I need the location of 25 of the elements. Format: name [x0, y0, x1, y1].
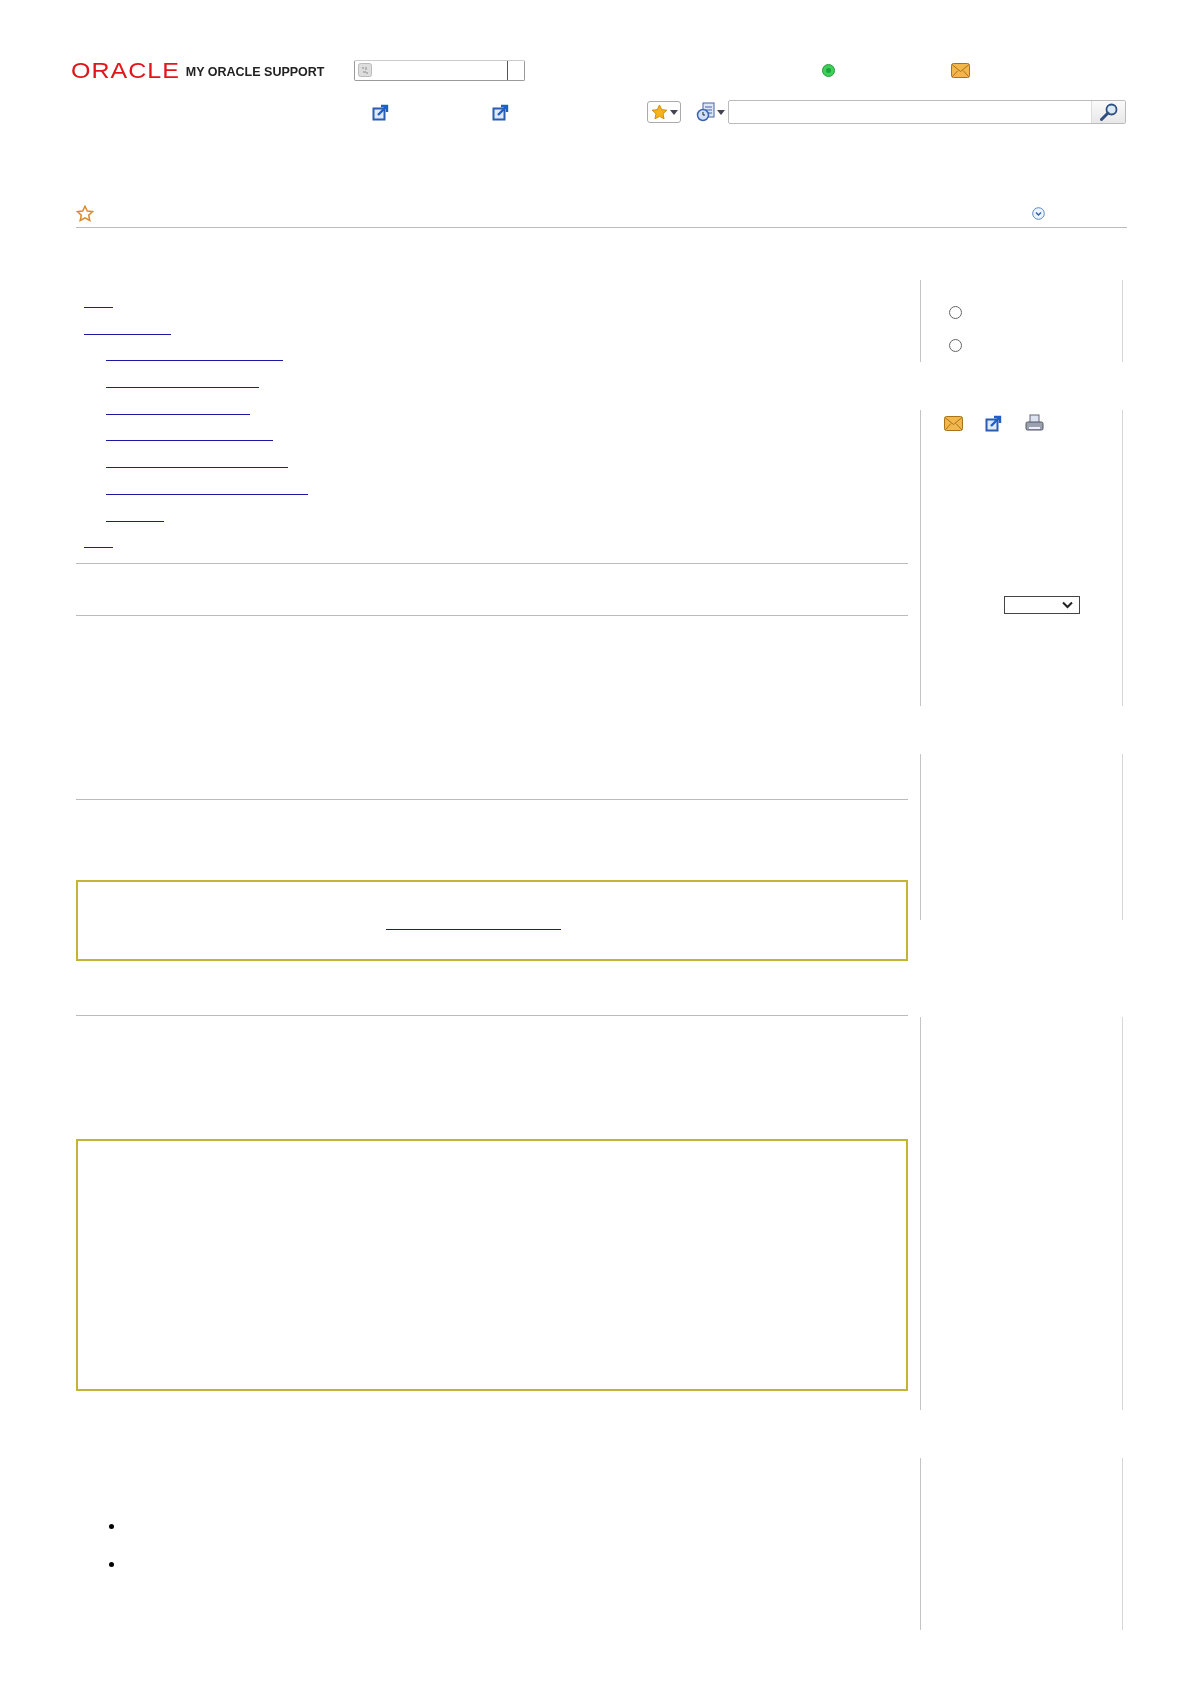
search-button[interactable]: [1091, 101, 1125, 123]
chevron-icon: [1062, 601, 1073, 609]
mail-icon[interactable]: [944, 415, 963, 431]
combo-field[interactable]: [354, 59, 526, 81]
bullet-icon: [109, 1562, 114, 1568]
clock-document-icon: [696, 102, 716, 122]
expand-icon[interactable]: [1032, 206, 1045, 220]
dropdown[interactable]: [1004, 596, 1080, 614]
star-icon[interactable]: [76, 204, 94, 222]
bullet-icon: [109, 1524, 114, 1530]
favorites-button[interactable]: [647, 101, 681, 123]
star-icon: [650, 104, 668, 120]
grid-icon: [358, 63, 373, 77]
caret-icon: [669, 109, 678, 115]
radio-button[interactable]: [949, 339, 962, 352]
product-name: MY ORACLE SUPPORT: [185, 64, 325, 80]
radio-button[interactable]: [949, 306, 962, 319]
search-icon: [1098, 102, 1119, 122]
logo: ORACLE: [71, 58, 180, 82]
mail-icon[interactable]: [951, 62, 971, 78]
search-field[interactable]: [728, 100, 1126, 124]
status-dot-icon: [822, 63, 836, 77]
history-button[interactable]: [696, 101, 728, 123]
caret-icon: [717, 109, 725, 115]
printer-icon[interactable]: [1025, 414, 1044, 432]
